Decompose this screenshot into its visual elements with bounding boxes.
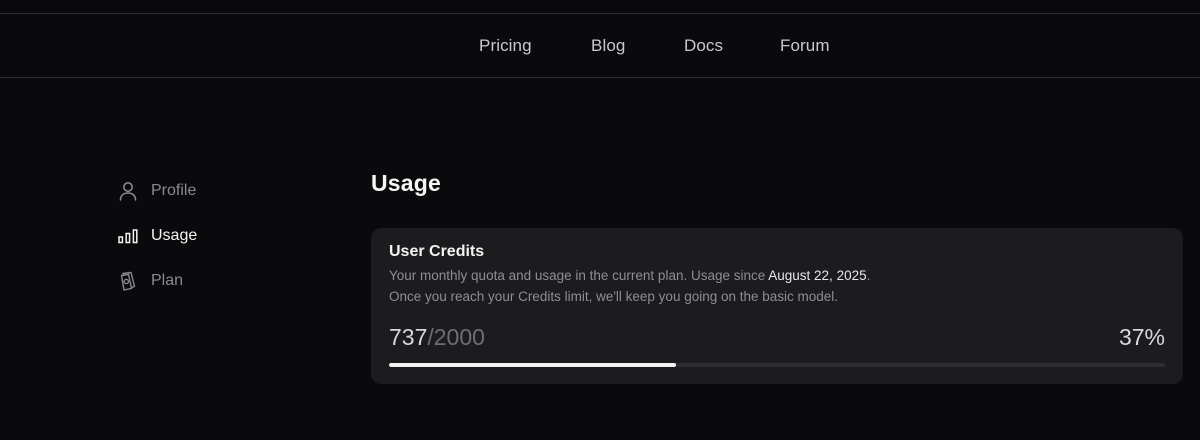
- credits-count: 737/2000: [389, 324, 485, 351]
- nav-link-forum[interactable]: Forum: [780, 36, 830, 56]
- description-punctuation: .: [866, 268, 871, 283]
- sidebar-item-usage[interactable]: Usage: [118, 223, 298, 249]
- sidebar-item-label: Plan: [151, 272, 184, 289]
- user-credits-card: User Credits Your monthly quota and usag…: [371, 228, 1183, 384]
- user-icon: [118, 181, 138, 201]
- nav-link-docs[interactable]: Docs: [684, 36, 723, 56]
- sidebar-item-label: Profile: [151, 182, 197, 199]
- bar-chart-icon: [118, 226, 138, 246]
- nav-link-pricing[interactable]: Pricing: [479, 36, 532, 56]
- sidebar-item-plan[interactable]: Plan: [118, 268, 298, 294]
- card-description: Your monthly quota and usage in the curr…: [389, 265, 1169, 307]
- page-title: Usage: [371, 170, 442, 196]
- sidebar-item-profile[interactable]: Profile: [118, 178, 298, 204]
- credits-total: /2000: [427, 324, 485, 350]
- page: Pricing Blog Docs Forum Profile Usage Pl…: [0, 0, 1200, 440]
- description-line-1: Your monthly quota and usage in the curr…: [389, 265, 1169, 286]
- usage-percent: 37%: [1118, 324, 1165, 350]
- card-title: User Credits: [389, 243, 485, 260]
- top-navbar: Pricing Blog Docs Forum: [0, 14, 1200, 78]
- usage-progress-bar: [389, 363, 1165, 367]
- sidebar-item-label: Usage: [151, 227, 198, 244]
- usage-since-date: August 22, 2025: [768, 268, 867, 283]
- nav-link-blog[interactable]: Blog: [591, 36, 625, 56]
- description-text: Your monthly quota and usage in the curr…: [389, 268, 769, 283]
- usage-progress-fill: [389, 363, 677, 367]
- credits-used: 737: [389, 324, 428, 350]
- description-line-2: Once you reach your Credits limit, we'll…: [389, 289, 839, 304]
- document-badge-icon: [118, 271, 138, 291]
